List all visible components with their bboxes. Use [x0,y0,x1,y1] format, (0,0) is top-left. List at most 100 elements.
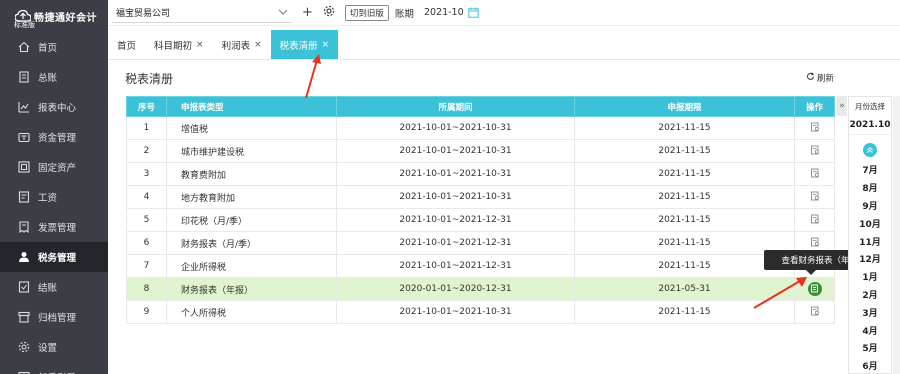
view-report-icon[interactable] [810,122,820,132]
ledger-icon [18,71,30,83]
sidebar-item-gear[interactable]: 设置 [0,332,108,362]
table-row[interactable]: 6 财务报表（月/季） 2021-10-01~2021-12-31 2021-11-1… [126,231,835,255]
sidebar-item-invoice[interactable]: 发票管理 [0,212,108,242]
month-item[interactable]: 5月 [849,339,891,357]
table-row[interactable]: 3 教育费附加 2021-10-01~2021-10-31 2021-11-15 [126,162,835,186]
tab-0[interactable]: 首页 [108,30,145,59]
cell-type: 企业所得税 [166,254,337,278]
sidebar-item-guide[interactable]: 新手引导 [0,362,108,374]
tab-label: 利润表 [221,40,251,52]
month-item[interactable]: 11月 [849,232,891,250]
month-item[interactable]: 3月 [849,303,891,321]
table-row[interactable]: 4 地方教育附加 2021-10-01~2021-10-31 2021-11-15 [126,185,835,209]
month-scroll-up-button[interactable] [849,139,891,161]
cell-type: 地方教育附加 [166,185,337,209]
invoice-icon [18,221,30,233]
cell-type: 印花税（月/季） [166,208,337,232]
cell-no: 9 [126,300,167,324]
calendar-icon[interactable] [467,7,479,18]
tab-2[interactable]: 利润表 × [213,30,271,59]
expand-panel-button[interactable]: » [837,96,847,116]
period-value[interactable]: 2021-10 [424,7,464,18]
cell-no: 3 [126,162,167,186]
cell-no: 1 [126,116,167,140]
view-report-icon[interactable] [810,237,820,247]
month-item[interactable]: 1月 [849,268,891,286]
tab-1[interactable]: 科目期初 × [145,30,213,59]
sidebar-item-label: 发票管理 [38,223,77,234]
close-icon[interactable]: × [254,40,262,50]
salary-icon [18,191,30,203]
cell-no: 5 [126,208,167,232]
cell-no: 6 [126,231,167,255]
table-row[interactable]: 9 个人所得税 2021-10-01~2021-10-31 2021-11-15 [126,300,835,324]
archive-icon [18,311,30,323]
app-logo[interactable]: 畅捷通好会计 标准版 [0,0,108,32]
close-icon[interactable]: × [196,40,204,50]
view-report-icon[interactable] [810,214,820,224]
sidebar-item-archive[interactable]: 归档管理 [0,302,108,332]
table-row[interactable]: 7 企业所得税 2021-10-01~2021-12-31 2021-11-15 [126,254,835,278]
cell-deadline: 2021-11-15 [574,231,795,255]
company-name: 福宝贸易公司 [116,8,171,19]
close-icon[interactable]: × [322,40,330,50]
month-panel-title: 月份选择 [855,101,885,111]
sidebar-item-home[interactable]: 首页 [0,32,108,62]
cell-no: 7 [126,254,167,278]
sidebar-item-label: 新手引导 [38,370,76,374]
cell-period: 2021-10-01~2021-10-31 [336,116,575,140]
switch-old-version-button[interactable]: 切到旧版 [344,4,389,21]
sidebar-item-label: 结账 [38,283,58,294]
gear-icon [323,5,335,21]
month-item[interactable]: 2月 [849,286,891,304]
cell-type: 财务报表（年报） [166,277,337,301]
month-item[interactable]: 7月 [849,161,891,179]
annotation-arrow-tab [305,54,321,99]
sidebar-item-chart[interactable]: 报表中心 [0,92,108,122]
double-chevron-icon: » [839,101,845,111]
table-row[interactable]: 1 增值税 2021-10-01~2021-10-31 2021-11-15 [126,116,835,140]
refresh-button[interactable]: 刷新 [806,72,834,84]
view-report-icon[interactable] [810,306,820,316]
cell-action [794,116,835,140]
month-item[interactable]: 4月 [849,321,891,339]
month-item[interactable]: 8月 [849,179,891,197]
tax-icon [18,251,30,263]
sidebar-menu: 首页总账报表中心资金管理固定资产工资发票管理税务管理结账归档管理设置新手引导 [0,32,108,374]
period-label: 账期 [394,8,414,20]
month-item[interactable]: 6月 [849,357,891,374]
sidebar-item-tax[interactable]: 税务管理 [0,242,108,272]
cell-no: 8 [126,277,167,301]
asset-icon [18,161,30,173]
gear-icon [18,341,30,353]
month-item[interactable]: 10月 [849,214,891,232]
cell-deadline: 2021-11-15 [574,162,795,186]
sidebar-item-checkout[interactable]: 结账 [0,272,108,302]
table-row[interactable]: 5 印花税（月/季） 2021-10-01~2021-12-31 2021-11-15 [126,208,835,232]
view-report-icon[interactable] [810,168,820,178]
month-item[interactable]: 9月 [849,197,891,215]
refresh-label: 刷新 [817,74,835,84]
table-row[interactable]: 2 城市维护建设税 2021-10-01~2021-10-31 2021-11-15 [126,139,835,163]
scrollbar[interactable] [893,96,900,374]
view-report-icon[interactable] [810,191,820,201]
header-action: 操作 [794,96,835,117]
cell-action [794,139,835,163]
sidebar-item-salary[interactable]: 工资 [0,182,108,212]
cell-deadline: 2021-11-15 [574,116,795,140]
settings-button[interactable] [323,5,335,21]
table-header-row: 序号 申报表类型 所属期间 申报期限 操作 [126,96,835,117]
cell-period: 2021-10-01~2021-12-31 [336,208,575,232]
add-button[interactable]: + [302,5,313,20]
sidebar-item-label: 设置 [38,343,58,354]
table-row[interactable]: 8 财务报表（年报） 2020-01-01~2020-12-31 2021-05-31 [126,277,835,301]
month-list: 7月 8月 9月 10月 11月 12月 1月 2月 3月 4月 5月 6月 [849,161,891,374]
view-report-icon[interactable] [810,145,820,155]
brand-name: 畅捷通好会计 [34,12,97,24]
sidebar-item-asset[interactable]: 固定资产 [0,152,108,182]
month-item[interactable]: 12月 [849,250,891,268]
sidebar-item-wallet[interactable]: 资金管理 [0,122,108,152]
sidebar-item-ledger[interactable]: 总账 [0,62,108,92]
cell-period: 2021-10-01~2021-12-31 [336,254,575,278]
company-select[interactable]: 福宝贸易公司 [112,3,292,23]
